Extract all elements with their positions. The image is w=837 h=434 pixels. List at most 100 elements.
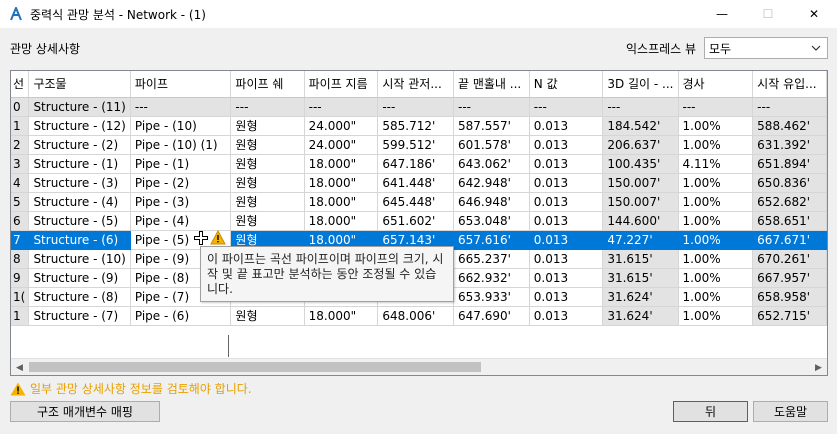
table-cell[interactable]: 648.006': [377, 306, 454, 326]
table-cell[interactable]: 0.013: [529, 154, 604, 174]
table-cell[interactable]: 0.013: [529, 173, 604, 193]
table-cell[interactable]: 31.615': [602, 249, 679, 269]
table-cell[interactable]: 150.007': [602, 173, 679, 193]
table-cell[interactable]: 18.000": [304, 154, 379, 174]
table-cell[interactable]: Structure - (8): [28, 287, 131, 307]
table-cell[interactable]: 0.013: [529, 192, 604, 212]
table-cell[interactable]: 587.557': [453, 116, 530, 136]
table-cell[interactable]: 1.00%: [678, 249, 754, 269]
table-cell[interactable]: 원형: [230, 135, 305, 155]
table-cell[interactable]: 1.00%: [678, 192, 754, 212]
map-structure-parameters-button[interactable]: 구조 매개변수 매핑: [10, 401, 160, 422]
column-header[interactable]: 선: [11, 71, 30, 98]
table-cell[interactable]: 599.512': [377, 135, 454, 155]
table-cell[interactable]: 652.682': [752, 192, 827, 212]
table-cell[interactable]: Structure - (10): [28, 249, 131, 269]
table-cell[interactable]: 652.715': [752, 306, 827, 326]
column-header[interactable]: N 값: [529, 71, 604, 98]
table-cell[interactable]: Pipe - (6): [130, 306, 232, 326]
table-cell[interactable]: ---: [602, 97, 679, 117]
help-button[interactable]: 도움말: [753, 401, 828, 422]
table-row[interactable]: 1 Structure - (7) Pipe - (6) 원형 18.000" 648.0…: [11, 306, 827, 326]
column-header[interactable]: 구조물: [28, 71, 131, 98]
minimize-button[interactable]: —: [699, 0, 745, 28]
table-cell[interactable]: 651.894': [752, 154, 827, 174]
table-cell[interactable]: 24.000": [304, 135, 379, 155]
table-cell[interactable]: Structure - (11): [28, 97, 131, 117]
table-cell[interactable]: 657.616': [453, 230, 530, 250]
table-cell[interactable]: 31.624': [602, 306, 679, 326]
table-cell[interactable]: Pipe - (4): [130, 211, 232, 231]
table-cell[interactable]: Pipe - (10): [130, 116, 232, 136]
table-cell[interactable]: 667.957': [752, 268, 827, 288]
table-cell[interactable]: Pipe - (10) (1): [130, 135, 232, 155]
table-cell[interactable]: 601.578': [453, 135, 530, 155]
table-cell[interactable]: Structure - (4): [28, 192, 131, 212]
table-cell[interactable]: 18.000": [304, 192, 379, 212]
table-cell[interactable]: 원형: [230, 116, 305, 136]
table-cell[interactable]: Pipe - (2): [130, 173, 232, 193]
table-cell[interactable]: 원형: [230, 192, 305, 212]
table-cell[interactable]: ---: [377, 97, 454, 117]
table-cell[interactable]: 1.00%: [678, 287, 754, 307]
table-cell[interactable]: Structure - (2): [28, 135, 131, 155]
table-cell[interactable]: 647.186': [377, 154, 454, 174]
table-cell[interactable]: Structure - (1): [28, 154, 131, 174]
column-header[interactable]: 파이프: [130, 71, 232, 98]
table-cell[interactable]: 658.958': [752, 287, 827, 307]
table-row[interactable]: 6 Structure - (5) Pipe - (4) 원형 18.000" 651.6…: [11, 211, 827, 231]
table-cell[interactable]: 144.600': [602, 211, 679, 231]
table-cell[interactable]: 645.448': [377, 192, 454, 212]
scroll-right-icon[interactable]: ▶: [810, 359, 827, 375]
table-cell[interactable]: 31.624': [602, 287, 679, 307]
table-cell[interactable]: 0.013: [529, 230, 604, 250]
table-cell[interactable]: ---: [529, 97, 604, 117]
table-cell[interactable]: 631.392': [752, 135, 827, 155]
table-cell[interactable]: 646.948': [453, 192, 530, 212]
table-cell[interactable]: 1.00%: [678, 173, 754, 193]
table-row[interactable]: 1 Structure - (12) Pipe - (10) 원형 24.000" 585…: [11, 116, 827, 136]
table-cell[interactable]: 원형: [230, 306, 305, 326]
column-header[interactable]: 경사: [678, 71, 754, 98]
table-cell[interactable]: Structure - (3): [28, 173, 131, 193]
table-cell[interactable]: 18.000": [304, 306, 379, 326]
table-cell[interactable]: 1.00%: [678, 135, 754, 155]
scroll-left-icon[interactable]: ◀: [11, 359, 28, 375]
column-header[interactable]: 파이프 쉐: [230, 71, 305, 98]
table-cell[interactable]: 653.933': [453, 287, 530, 307]
table-row[interactable]: 5 Structure - (4) Pipe - (3) 원형 18.000" 645.4…: [11, 192, 827, 212]
back-button[interactable]: 뒤: [673, 401, 748, 422]
table-cell[interactable]: Structure - (6): [28, 230, 131, 250]
table-cell[interactable]: 100.435': [602, 154, 679, 174]
close-button[interactable]: ✕: [791, 0, 837, 28]
table-cell[interactable]: 641.448': [377, 173, 454, 193]
table-row[interactable]: 0 Structure - (11) --- --- --- --- --- --- --- --…: [11, 97, 827, 117]
table-cell[interactable]: 47.227': [602, 230, 679, 250]
table-cell[interactable]: 31.615': [602, 268, 679, 288]
table-cell[interactable]: 662.932': [453, 268, 530, 288]
table-cell[interactable]: 4.11%: [678, 154, 754, 174]
table-cell[interactable]: 1.00%: [678, 116, 754, 136]
table-cell[interactable]: ---: [678, 97, 754, 117]
table-cell[interactable]: ---: [304, 97, 379, 117]
table-cell[interactable]: 18.000": [304, 211, 379, 231]
table-cell[interactable]: 643.062': [453, 154, 530, 174]
table-cell[interactable]: 651.602': [377, 211, 454, 231]
table-cell[interactable]: 0.013: [529, 268, 604, 288]
table-row[interactable]: 4 Structure - (3) Pipe - (2) 원형 18.000" 641.4…: [11, 173, 827, 193]
column-header[interactable]: 끝 맨홀내 ...: [453, 71, 530, 98]
column-header[interactable]: 3D 길이 - ...: [602, 71, 679, 98]
table-cell[interactable]: 588.462': [752, 116, 827, 136]
table-cell[interactable]: 18.000": [304, 173, 379, 193]
table-cell[interactable]: 원형: [230, 154, 305, 174]
table-cell[interactable]: ---: [130, 97, 232, 117]
table-cell[interactable]: 0.013: [529, 249, 604, 269]
table-cell[interactable]: ---: [230, 97, 305, 117]
scrollbar-thumb[interactable]: [29, 362, 481, 372]
table-cell[interactable]: 585.712': [377, 116, 454, 136]
table-cell[interactable]: 658.651': [752, 211, 827, 231]
table-cell[interactable]: 원형: [230, 211, 305, 231]
table-cell[interactable]: 0.013: [529, 211, 604, 231]
table-cell[interactable]: 0.013: [529, 287, 604, 307]
table-cell[interactable]: 1.00%: [678, 211, 754, 231]
